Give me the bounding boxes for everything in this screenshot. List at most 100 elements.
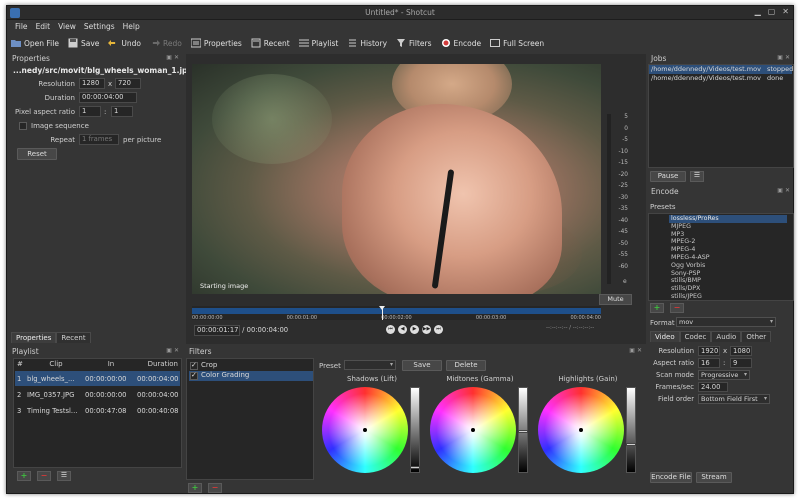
scan-mode-select[interactable]: Progressive [698,370,750,380]
playhead[interactable] [379,306,385,320]
open-file-button[interactable]: Open File [11,38,59,48]
fps-field[interactable]: 24.00 [698,382,728,392]
table-row[interactable]: 1 blg_wheels_... 00:00:00:00 00:00:04:00 [15,371,180,386]
close-icon[interactable]: ✕ [782,7,789,16]
preset-item[interactable]: stills/BMP [669,277,787,285]
shadows-level-slider[interactable] [410,387,420,473]
tab-properties[interactable]: Properties [11,332,57,343]
list-item[interactable]: /home/ddennedy/Videos/test.mov done [649,74,792,83]
tab-video[interactable]: Video [650,331,680,342]
aspect-width-field[interactable]: 16 [698,358,720,368]
tab-other[interactable]: Other [741,331,772,342]
menu-view[interactable]: View [54,20,80,32]
tab-audio[interactable]: Audio [711,331,742,342]
panel-float-close-icon[interactable]: ▣✕ [777,54,792,61]
filter-crop-checkbox[interactable] [190,361,198,370]
midtones-color-wheel[interactable] [430,387,516,473]
aspect-height-field[interactable]: 9 [730,358,752,368]
menu-edit[interactable]: Edit [32,20,55,32]
playlist-button[interactable]: Playlist [298,38,338,48]
playlist-menu-button[interactable]: ☰ [57,471,71,481]
tab-recent[interactable]: Recent [56,332,91,343]
resolution-height-field[interactable]: 720 [115,78,141,89]
add-preset-button[interactable]: + [650,303,664,313]
encode-width-field[interactable]: 1920 [698,346,720,356]
wheel-cursor[interactable] [579,428,583,432]
panel-float-close-icon[interactable]: ▣✕ [777,187,792,194]
recent-button[interactable]: Recent [251,38,290,48]
par-numerator-field[interactable]: 1 [79,106,101,117]
play-icon[interactable]: ▶ [410,325,419,334]
menu-file[interactable]: File [11,20,32,32]
resolution-width-field[interactable]: 1280 [79,78,105,89]
rewind-icon[interactable]: ◀ [398,325,407,334]
panel-float-close-icon[interactable]: ▣✕ [166,347,181,354]
add-filter-button[interactable]: + [188,483,202,493]
reset-button[interactable]: Reset [17,148,57,160]
stream-button[interactable]: Stream [696,472,732,483]
field-order-select[interactable]: Bottom Field First [698,394,770,404]
add-clip-button[interactable]: + [17,471,31,481]
save-preset-button[interactable]: Save [402,360,442,371]
encode-height-field[interactable]: 1080 [730,346,752,356]
save-button[interactable]: Save [68,38,99,48]
mute-button[interactable]: Mute [599,294,632,305]
preset-item[interactable]: MJPEG [669,223,787,231]
fast-forward-icon[interactable]: ▶▶ [422,325,431,334]
remove-preset-button[interactable]: − [670,303,684,313]
minimize-icon[interactable]: ▁ [755,7,761,16]
encode-file-button[interactable]: Encode File [650,472,692,483]
preset-item[interactable]: stills/JPEG [669,293,787,301]
wheel-cursor[interactable] [471,428,475,432]
preset-item[interactable]: Sony-PSP [669,270,787,278]
duration-field[interactable]: 00:00:04:00 [79,92,137,103]
image-sequence-checkbox[interactable] [19,122,27,130]
wheel-cursor[interactable] [363,428,367,432]
highlights-level-slider[interactable] [626,387,636,473]
panel-float-close-icon[interactable]: ▣✕ [629,347,644,354]
preset-item[interactable]: MPEG-4 [669,246,787,254]
preset-item[interactable]: MP3 [669,231,787,239]
repeat-field[interactable]: 1 frames [79,134,119,145]
filter-color-grading-checkbox[interactable] [190,371,198,380]
preset-item[interactable]: Ogg Vorbis [669,262,787,270]
preset-select[interactable] [344,360,396,370]
preset-item[interactable]: stills/DPX [669,285,787,293]
encode-button[interactable]: Encode [441,38,481,48]
list-item[interactable]: /home/ddennedy/Videos/test.mov stopped [649,65,793,74]
menu-help[interactable]: Help [119,20,144,32]
jobs-menu-button[interactable]: ☰ [690,171,704,182]
skip-next-icon[interactable]: ⏭ [434,325,443,334]
midtones-level-slider[interactable] [518,387,528,473]
highlights-color-wheel[interactable] [538,387,624,473]
preset-item[interactable]: lossless/ProRes [669,215,787,223]
remove-filter-button[interactable]: − [208,483,222,493]
properties-button[interactable]: Properties [190,38,242,48]
skip-previous-icon[interactable]: ⏮ [386,325,395,334]
delete-preset-button[interactable]: Delete [446,360,486,371]
preset-item[interactable]: MPEG-4-ASP [669,254,787,262]
format-select[interactable]: mov [676,317,776,327]
preset-item[interactable]: MPEG-2 [669,238,787,246]
table-row[interactable]: 2 IMG_0357.JPG 00:00:00:00 00:00:04:00 [15,387,180,402]
slider-handle[interactable] [518,430,528,433]
maximize-icon[interactable]: ▢ [768,7,776,16]
remove-clip-button[interactable]: − [37,471,51,481]
slider-handle[interactable] [626,443,636,446]
scrubber-bar[interactable]: 00:00:00:00 00:00:01:00 00:00:02:00 00:0… [192,306,601,321]
filter-item-crop[interactable]: Crop [189,361,313,371]
shadows-color-wheel[interactable] [322,387,408,473]
tab-codec[interactable]: Codec [679,331,712,342]
filters-button[interactable]: Filters [396,38,432,48]
redo-button[interactable]: Redo [150,38,182,48]
history-button[interactable]: History [347,38,387,48]
video-frame[interactable]: Starting image [192,64,601,294]
par-denominator-field[interactable]: 1 [111,106,133,117]
menu-settings[interactable]: Settings [80,20,119,32]
full-screen-button[interactable]: Full Screen [490,38,544,48]
pause-button[interactable]: Pause [650,171,686,182]
panel-float-close-icon[interactable]: ▣✕ [166,54,181,61]
filter-item-color-grading[interactable]: Color Grading [189,371,313,381]
undo-button[interactable]: Undo [108,38,141,48]
slider-handle[interactable] [410,466,420,469]
